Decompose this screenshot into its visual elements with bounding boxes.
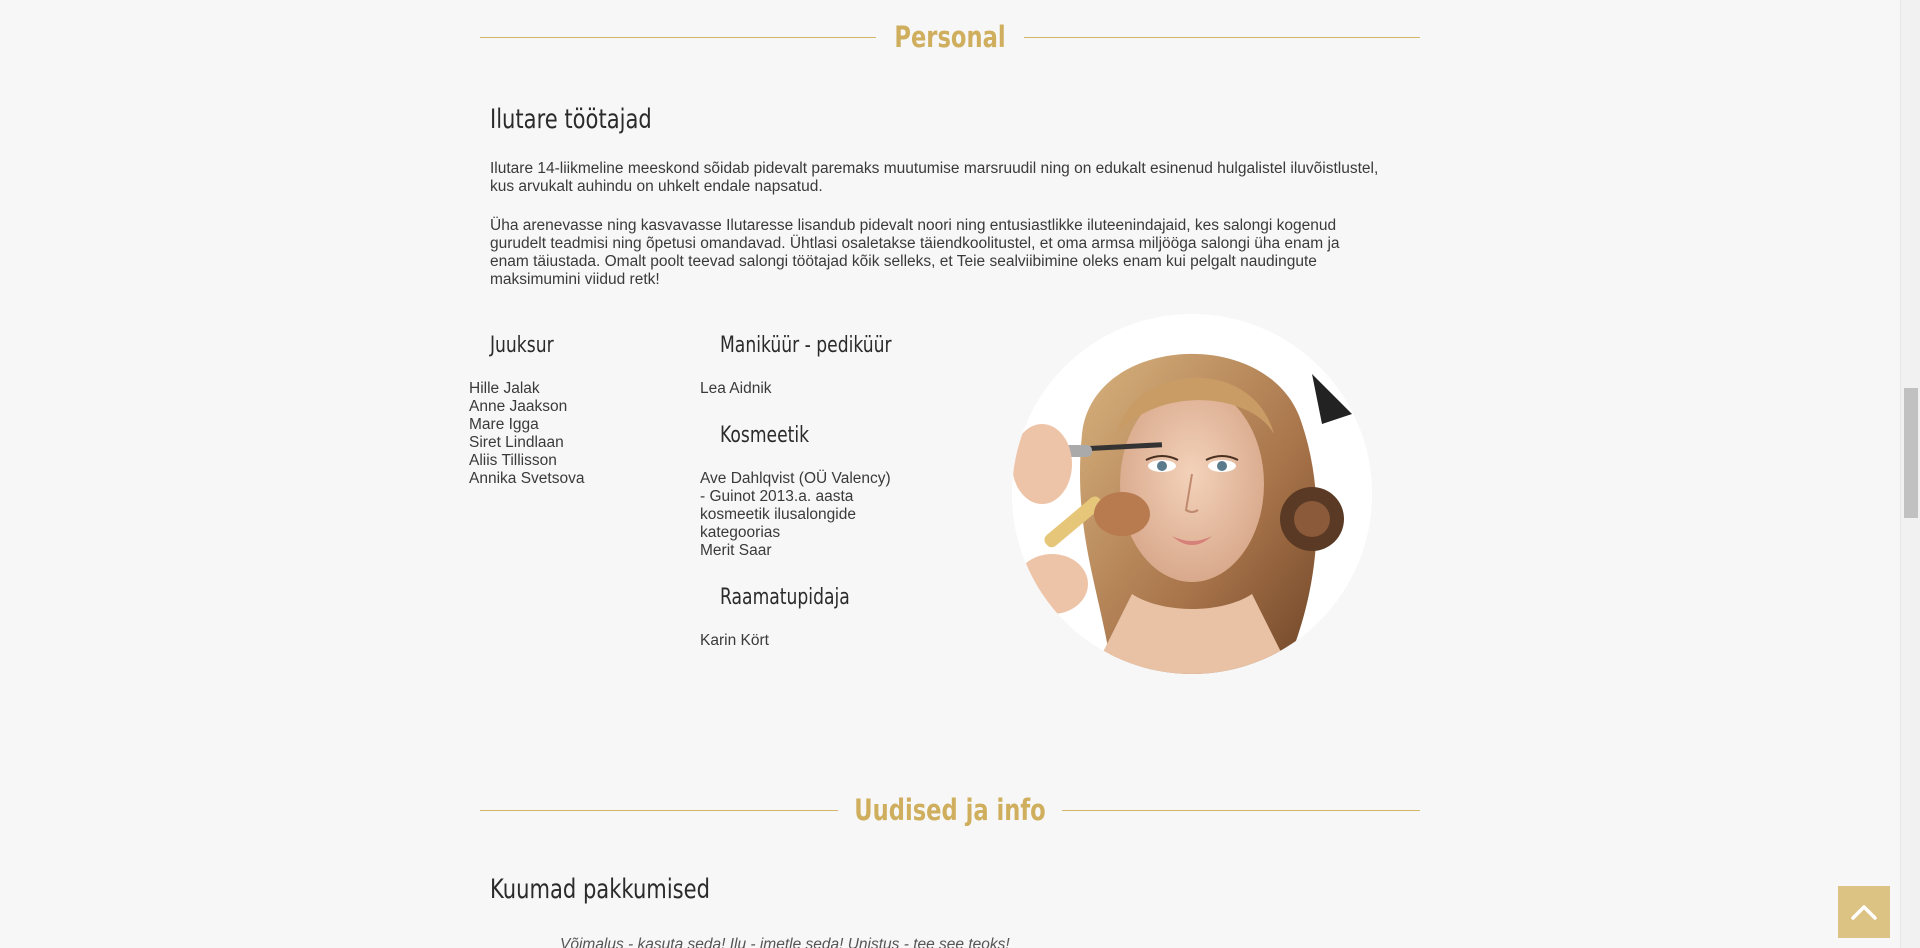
list-item: Ave Dahlqvist (OÜ Valency): [700, 470, 891, 487]
cosmetician-heading: Kosmeetik: [720, 423, 810, 448]
manicure-list: Lea Aidnik: [700, 380, 772, 398]
list-item: Karin Kört: [700, 632, 769, 649]
accountant-list: Karin Kört: [700, 632, 769, 650]
description-paragraph: Üha arenevasse ning kasvavasse Ilutaress…: [490, 217, 1340, 288]
list-item: kategoorias: [700, 524, 781, 541]
intro-paragraph: Ilutare 14-liikmeline meeskond sõidab pi…: [490, 160, 1379, 195]
chevron-up-icon: [1851, 905, 1877, 920]
offers-heading: Kuumad pakkumised: [490, 874, 710, 905]
list-item: Merit Saar: [700, 542, 772, 559]
list-item: Hille Jalak: [469, 380, 540, 397]
list-item: Annika Svetsova: [469, 470, 585, 487]
section-title: Uudised ja info: [854, 793, 1046, 827]
list-item: Mare Igga: [469, 416, 539, 433]
section-title: Personal: [894, 20, 1006, 54]
list-item: - Guinot 2013.a. aasta: [700, 488, 854, 505]
page-scrollbar[interactable]: [1900, 0, 1920, 948]
accountant-heading: Raamatupidaja: [720, 585, 850, 610]
hairdresser-list: Hille Jalak Anne Jaakson Mare Igga Siret…: [469, 380, 584, 488]
news-section-header: Uudised ja info: [480, 790, 1420, 830]
list-item: Siret Lindlaan: [469, 434, 564, 451]
list-item: kosmeetik ilusalongide: [700, 506, 856, 523]
manicure-heading: Maniküür - pediküür: [720, 333, 892, 358]
list-item: Lea Aidnik: [700, 380, 772, 397]
list-item: Anne Jaakson: [469, 398, 568, 415]
personal-section-header: Personal: [480, 17, 1420, 57]
page: Personal Ilutare töötajad Ilutare 14-lii…: [0, 0, 1900, 948]
offers-teaser: Võimalus - kasuta seda! Ilu - imetle sed…: [560, 936, 1010, 948]
back-to-top-button[interactable]: [1838, 886, 1890, 938]
hairdresser-heading: Juuksur: [490, 333, 554, 358]
woman-makeup-portrait-icon: [1012, 314, 1372, 674]
list-item: Aliis Tillisson: [469, 452, 557, 469]
staff-heading: Ilutare töötajad: [490, 104, 652, 135]
staff-photo: [1012, 314, 1372, 674]
cosmetician-list: Ave Dahlqvist (OÜ Valency) - Guinot 2013…: [700, 470, 891, 560]
scrollbar-thumb[interactable]: [1904, 388, 1918, 518]
